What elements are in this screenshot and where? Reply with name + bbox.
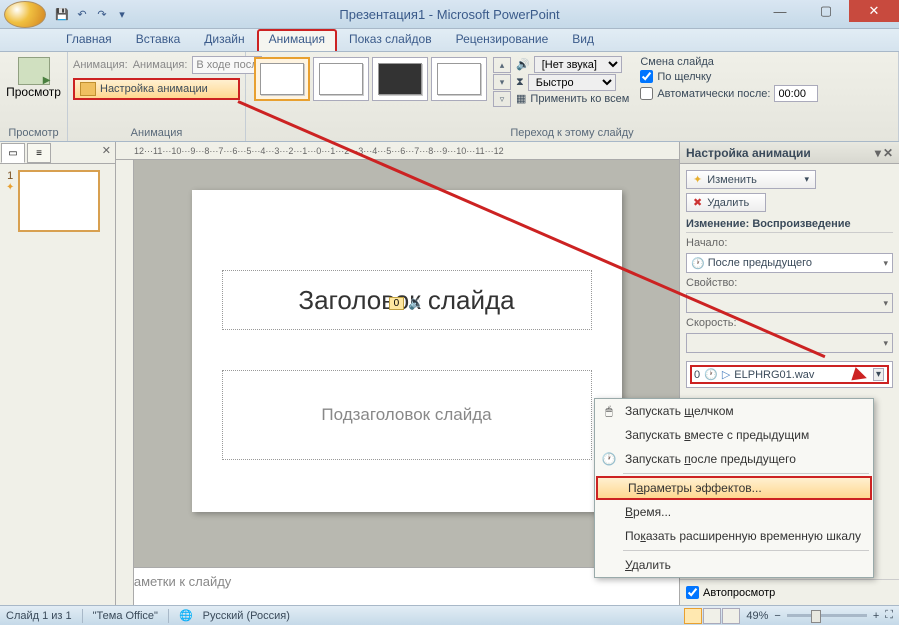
preview-icon — [18, 57, 50, 85]
office-button[interactable] — [4, 1, 46, 28]
zoom-value[interactable]: 49% — [746, 610, 768, 622]
tab-slideshow[interactable]: Показ слайдов — [337, 29, 444, 51]
transition-thumb[interactable] — [431, 57, 487, 101]
sound-object-icon[interactable]: 🔉 — [408, 295, 424, 311]
gallery-more-icon[interactable]: ▿ — [493, 91, 511, 107]
mouse-icon: 🖱 — [600, 402, 618, 420]
normal-view-button[interactable] — [684, 608, 702, 624]
transition-thumb[interactable] — [372, 57, 428, 101]
transition-thumb[interactable] — [313, 57, 369, 101]
transition-speed[interactable]: Быстро — [528, 74, 616, 91]
qat-more-icon[interactable]: ▾ — [114, 6, 130, 22]
sidebar-close-icon[interactable]: ✕ — [98, 142, 115, 163]
play-icon: ▷ — [722, 368, 730, 381]
tab-animation[interactable]: Анимация — [257, 29, 337, 51]
effect-context-menu: 🖱Запускать щелчком Запускать вместе с пр… — [594, 398, 874, 578]
zoom-slider[interactable] — [787, 614, 867, 617]
group-transition: Переход к этому слайду — [246, 127, 898, 139]
group-animation: Анимация — [68, 127, 245, 139]
tab-home[interactable]: Главная — [54, 29, 124, 51]
ctx-effect-params[interactable]: Параметры эффектов... — [596, 476, 872, 500]
slide-thumb-1[interactable]: 1 ✦ — [6, 170, 109, 232]
custom-animation-button[interactable]: Настройка анимации — [73, 78, 240, 100]
minimize-button[interactable]: — — [757, 0, 803, 22]
outline-tab[interactable]: ≡ — [27, 143, 51, 163]
undo-icon[interactable]: ↶ — [74, 6, 90, 22]
ctx-start-with[interactable]: Запускать вместе с предыдущим — [595, 423, 873, 447]
tab-review[interactable]: Рецензирование — [444, 29, 561, 51]
change-title: Смена слайда — [640, 56, 818, 68]
ribbon-tabs: Главная Вставка Дизайн Анимация Показ сл… — [0, 29, 899, 52]
anim-order-badge: 0 — [389, 297, 405, 310]
animation-label: Анимация: — [73, 59, 128, 71]
sorter-view-button[interactable] — [703, 608, 721, 624]
status-lang[interactable]: Русский (Россия) — [203, 610, 290, 622]
lang-icon: 🌐 — [179, 609, 193, 622]
delete-effect-button[interactable]: ✖Удалить — [686, 193, 766, 212]
ctx-remove[interactable]: Удалить — [595, 553, 873, 577]
custom-animation-icon — [80, 82, 96, 96]
speed-icon: ⧗ — [516, 76, 524, 89]
save-icon[interactable]: 💾 — [54, 6, 70, 22]
zoom-out-icon[interactable]: − — [774, 610, 780, 622]
redo-icon[interactable]: ↷ — [94, 6, 110, 22]
preview-button[interactable]: Просмотр — [5, 54, 62, 102]
clock-icon: 🕐 — [704, 368, 718, 381]
auto-time-input[interactable] — [774, 85, 818, 102]
taskpane-title: Настройка анимации — [686, 146, 811, 160]
taskpane-close-icon[interactable]: ✕ — [883, 146, 893, 160]
start-combo[interactable]: 🕐 После предыдущего — [686, 253, 893, 273]
tab-insert[interactable]: Вставка — [124, 29, 193, 51]
delete-icon: ✖ — [693, 196, 702, 209]
tab-design[interactable]: Дизайн — [192, 29, 256, 51]
autopreview-check[interactable] — [686, 586, 699, 599]
slideshow-view-button[interactable] — [722, 608, 740, 624]
animation-indicator-icon: ✦ — [6, 182, 14, 193]
apply-icon: ▦ — [516, 92, 526, 105]
gallery-up-icon[interactable]: ▴ — [493, 57, 511, 73]
window-title: Презентация1 - Microsoft PowerPoint — [339, 7, 559, 22]
transition-none[interactable] — [254, 57, 310, 101]
speed-label: Скорость: — [686, 317, 893, 329]
status-theme[interactable]: "Тема Office" — [93, 610, 158, 622]
on-click-check[interactable] — [640, 70, 653, 83]
group-preview: Просмотр — [0, 127, 67, 139]
transition-sound[interactable]: [Нет звука] — [534, 56, 622, 73]
ctx-show-timeline[interactable]: Показать расширенную временную шкалу — [595, 524, 873, 548]
zoom-in-icon[interactable]: + — [873, 610, 879, 622]
tab-view[interactable]: Вид — [560, 29, 606, 51]
section-title: Изменение: Воспроизведение — [686, 216, 893, 233]
maximize-button[interactable]: ▢ — [803, 0, 849, 22]
close-button[interactable]: ✕ — [849, 0, 899, 22]
preview-label: Просмотр — [6, 85, 61, 99]
ctx-timing[interactable]: Время... — [595, 500, 873, 524]
ctx-start-click[interactable]: 🖱Запускать щелчком — [595, 399, 873, 423]
star-icon: ✦ — [693, 173, 702, 186]
fit-icon[interactable]: ⛶ — [885, 609, 893, 622]
subtitle-placeholder[interactable]: Подзаголовок слайда — [222, 370, 592, 460]
property-label: Свойство: — [686, 277, 893, 289]
slides-tab[interactable]: ▭ — [1, 143, 25, 163]
ctx-start-after[interactable]: 🕐Запускать после предыдущего — [595, 447, 873, 471]
apply-all-button[interactable]: ▦Применить ко всем — [516, 92, 629, 105]
clock-icon: 🕐 — [691, 257, 705, 270]
taskpane-menu-icon[interactable]: ▾ — [875, 146, 881, 160]
change-effect-button[interactable]: ✦Изменить — [686, 170, 816, 189]
start-label: Начало: — [686, 237, 893, 249]
sound-icon: 🔊 — [516, 58, 530, 71]
auto-after-check[interactable] — [640, 87, 653, 100]
status-slide: Слайд 1 из 1 — [6, 610, 72, 622]
horizontal-ruler: 12···11···10···9···8···7···6···5···4···3… — [116, 142, 679, 160]
gallery-down-icon[interactable]: ▾ — [493, 74, 511, 90]
clock-icon: 🕐 — [600, 450, 618, 468]
